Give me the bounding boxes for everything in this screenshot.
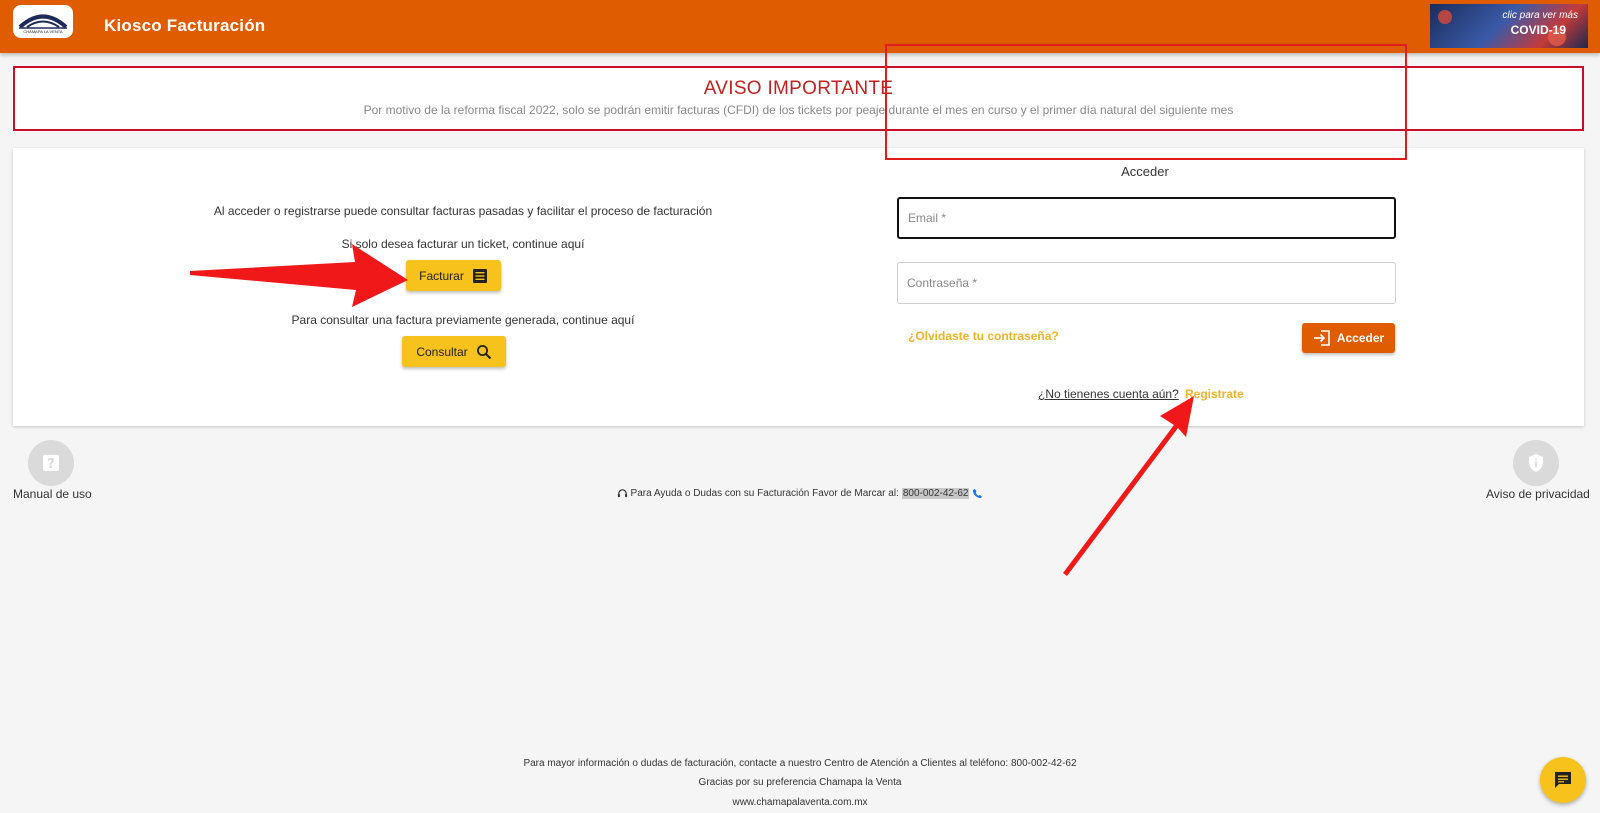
register-link[interactable]: Registrate bbox=[1185, 387, 1244, 401]
covid-banner[interactable]: clic para ver más COVID-19 bbox=[1430, 4, 1588, 48]
banner-line1: clic para ver más bbox=[1502, 10, 1578, 21]
intro-text: Al acceder o registrarse puede consultar… bbox=[213, 204, 713, 218]
facturar-button[interactable]: Facturar bbox=[406, 260, 501, 291]
help-text: Para Ayuda o Dudas con su Facturación Fa… bbox=[630, 488, 899, 499]
forgot-password-link[interactable]: ¿Olvidaste tu contraseña? bbox=[908, 329, 1059, 343]
acceder-label: Acceder bbox=[1336, 331, 1385, 345]
login-icon bbox=[1313, 330, 1330, 346]
logo-text: CHAMAPA LA VENTA bbox=[23, 28, 63, 34]
list-icon bbox=[472, 268, 487, 283]
chat-button[interactable] bbox=[1540, 757, 1586, 803]
road-arch-icon bbox=[18, 14, 68, 29]
login-fields-highlight bbox=[885, 44, 1407, 160]
help-line: Para Ayuda o Dudas con su Facturación Fa… bbox=[0, 488, 1600, 499]
help-icon: ? bbox=[43, 455, 59, 472]
consultar-label: Consultar bbox=[416, 344, 468, 359]
facturar-label: Facturar bbox=[419, 268, 464, 283]
manual-button[interactable]: ? bbox=[28, 440, 74, 486]
privacy-button[interactable] bbox=[1513, 440, 1559, 486]
footer-website[interactable]: www.chamapalaventa.com.mx bbox=[0, 797, 1600, 808]
phone-icon[interactable] bbox=[972, 488, 983, 499]
svg-text:?: ? bbox=[47, 457, 55, 472]
login-heading: Acceder bbox=[1121, 164, 1169, 179]
banner-line2: COVID-19 bbox=[1510, 23, 1566, 37]
search-icon bbox=[476, 344, 491, 359]
consult-prompt: Para consultar una factura previamente g… bbox=[291, 313, 635, 327]
consultar-button[interactable]: Consultar bbox=[402, 336, 506, 367]
shield-icon bbox=[1529, 454, 1543, 472]
footer-contact: Para mayor información o dudas de factur… bbox=[523, 758, 1077, 769]
chamapa-logo[interactable]: CHAMAPA LA VENTA bbox=[13, 5, 73, 38]
ticket-prompt: Si solo desea facturar un ticket, contin… bbox=[341, 237, 585, 251]
help-phone[interactable]: 800-002-42-62 bbox=[901, 488, 970, 499]
app-title: Kiosco Facturación bbox=[104, 16, 266, 35]
headset-icon bbox=[617, 489, 627, 498]
email-field[interactable]: Email * bbox=[897, 197, 1396, 239]
no-account-link[interactable]: ¿No tienenes cuenta aún? bbox=[1038, 387, 1179, 401]
email-placeholder: Email * bbox=[908, 211, 947, 225]
acceder-button[interactable]: Acceder bbox=[1302, 323, 1395, 353]
virus-icon bbox=[1438, 10, 1452, 24]
password-field[interactable]: Contraseña * bbox=[897, 262, 1396, 304]
password-placeholder: Contraseña * bbox=[907, 276, 978, 290]
chat-icon bbox=[1555, 772, 1571, 788]
footer-thanks: Gracias por su preferencia Chamapa la Ve… bbox=[698, 777, 902, 788]
